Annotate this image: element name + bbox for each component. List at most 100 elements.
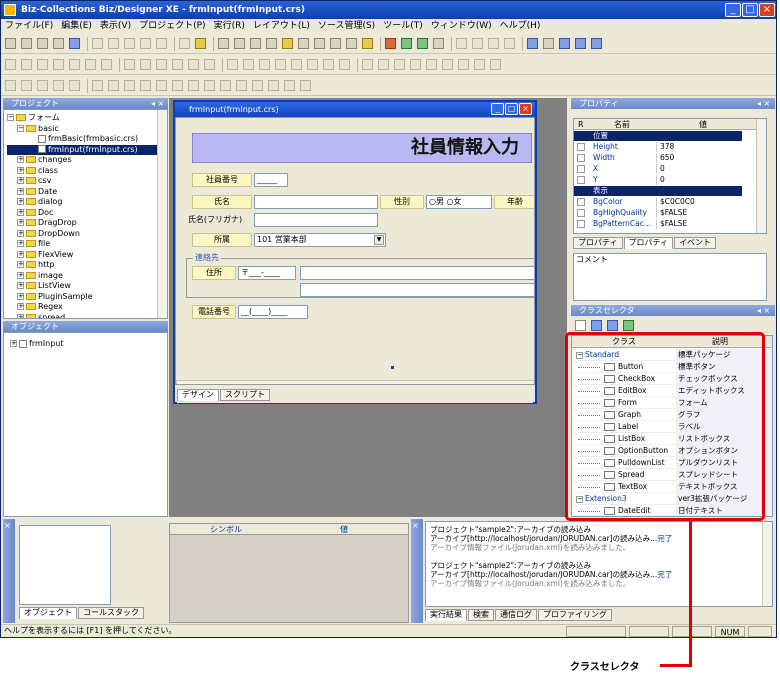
tab-design[interactable]: デザイン — [177, 389, 219, 401]
pin-icon[interactable]: ◂ × — [757, 98, 770, 109]
toolbar-button-icon[interactable] — [156, 59, 167, 70]
zip-field[interactable]: 〒___-____ — [238, 266, 296, 280]
selection-handle[interactable] — [391, 366, 394, 369]
toolbar-button-icon[interactable] — [108, 38, 119, 49]
expand-icon[interactable]: − — [17, 124, 24, 132]
toolbar-button-icon[interactable] — [53, 38, 64, 49]
toolbar-button-icon[interactable] — [323, 59, 334, 70]
property-checkbox[interactable] — [577, 209, 585, 217]
toolbar-button-icon[interactable] — [575, 38, 586, 49]
toolbar-button-icon[interactable] — [385, 38, 396, 49]
toolbar-button-icon[interactable] — [458, 59, 469, 70]
toolbar-button-icon[interactable] — [188, 80, 199, 91]
close-icon[interactable]: × — [412, 521, 419, 530]
menu-item[interactable]: 表示(V) — [96, 21, 135, 31]
toolbar-button-icon[interactable] — [156, 38, 167, 49]
toolbar-button-icon[interactable] — [504, 38, 515, 49]
name-field[interactable] — [254, 195, 378, 209]
toolbar-button-icon[interactable] — [252, 80, 263, 91]
minimize-button[interactable]: _ — [725, 3, 741, 17]
property-checkbox[interactable] — [577, 165, 585, 173]
form-minimize-button[interactable]: _ — [491, 103, 504, 115]
toolbar-button-icon[interactable] — [37, 38, 48, 49]
tree-node[interactable]: + DropDown — [7, 229, 157, 240]
property-value[interactable]: 0 — [658, 175, 742, 185]
property-value[interactable]: $FALSE — [658, 208, 742, 218]
tab-property-2[interactable]: イベント — [674, 237, 717, 249]
expand-icon[interactable]: + — [17, 271, 24, 279]
tab-output-0[interactable]: 実行結果 — [425, 609, 467, 621]
toolbar-button-icon[interactable] — [330, 38, 341, 49]
toolbar-button-icon[interactable] — [92, 38, 103, 49]
property-row[interactable]: Height 378 — [574, 142, 742, 152]
tree-node[interactable]: + Regex — [7, 302, 157, 313]
property-row[interactable]: Width 650 — [574, 153, 742, 163]
toolbar-button-icon[interactable] — [53, 59, 64, 70]
expand-icon[interactable]: + — [17, 177, 24, 184]
menu-item[interactable]: ソース管理(S) — [314, 21, 379, 31]
expand-icon[interactable]: + — [17, 313, 24, 318]
expand-icon[interactable]: + — [17, 250, 24, 258]
toolbar-button-icon[interactable] — [527, 38, 538, 49]
toolbar-button-icon[interactable] — [5, 38, 16, 49]
toolbar-button-icon[interactable] — [591, 38, 602, 49]
property-value[interactable]: $FALSE — [658, 219, 742, 229]
menu-item[interactable]: レイアウト(L) — [249, 21, 314, 31]
pin-icon[interactable]: ◂ × — [151, 98, 164, 109]
chevron-down-icon[interactable]: ▼ — [374, 235, 384, 245]
toolbar-button-icon[interactable] — [442, 59, 453, 70]
toolbar-button-icon[interactable] — [346, 38, 357, 49]
toolbar-button-icon[interactable] — [307, 59, 318, 70]
expand-icon[interactable]: + — [17, 292, 24, 300]
toolbar-button-icon[interactable] — [21, 59, 32, 70]
toolbar-button-icon[interactable] — [234, 38, 245, 49]
expand-icon[interactable]: + — [17, 198, 24, 205]
property-checkbox[interactable] — [577, 220, 585, 228]
expand-icon[interactable]: + — [17, 156, 24, 163]
toolbar-button-icon[interactable] — [227, 59, 238, 70]
tree-node[interactable]: frmBasic(frmbasic.crs) — [7, 134, 157, 145]
property-checkbox[interactable] — [577, 154, 585, 162]
toolbar-button-icon[interactable] — [314, 38, 325, 49]
property-checkbox[interactable] — [577, 198, 585, 206]
tree-node[interactable]: + Doc — [7, 208, 157, 219]
emp-no-field[interactable]: _____ — [254, 173, 288, 187]
toolbar-button-icon[interactable] — [426, 59, 437, 70]
toolbar-button-icon[interactable] — [456, 38, 467, 49]
dept-dropdown[interactable]: 101 営業本部 ▼ — [254, 233, 386, 247]
toolbar-button-icon[interactable] — [218, 38, 229, 49]
toolbar-button-icon[interactable] — [21, 38, 32, 49]
menu-item[interactable]: プロジェクト(P) — [135, 21, 209, 31]
form-canvas[interactable]: 社員情報入力 社員番号 _____ 氏名 性別 ○男 ○女 年齢 氏名(フリガナ… — [175, 117, 535, 385]
toolbar-button-icon[interactable] — [433, 38, 444, 49]
property-value[interactable]: 0 — [658, 164, 742, 174]
expand-icon[interactable]: + — [17, 240, 24, 247]
toolbar-button-icon[interactable] — [204, 80, 215, 91]
property-row[interactable]: BgPatternCac... $FALSE — [574, 219, 742, 229]
menu-item[interactable]: ヘルプ(H) — [496, 21, 545, 31]
toolbar-button-icon[interactable] — [275, 59, 286, 70]
tree-node[interactable]: + Date — [7, 187, 157, 198]
kana-field[interactable] — [254, 213, 378, 227]
list-icon[interactable] — [607, 320, 618, 331]
toolbar-button-icon[interactable] — [474, 59, 485, 70]
form-hscrollbar[interactable] — [176, 380, 534, 384]
pin-icon[interactable]: ◂ × — [757, 305, 770, 316]
maximize-button[interactable]: □ — [742, 3, 758, 17]
address-field-1[interactable] — [300, 266, 534, 280]
toolbar-button-icon[interactable] — [124, 59, 135, 70]
object-tree-item[interactable]: + frmInput — [10, 339, 63, 348]
tree-node[interactable]: frmInput(frmInput.crs) — [7, 144, 157, 155]
expand-icon[interactable]: + — [17, 187, 24, 195]
toolbar-button-icon[interactable] — [195, 38, 206, 49]
toolbar-button-icon[interactable] — [401, 38, 412, 49]
phone-field[interactable]: __(____)____ — [238, 305, 308, 319]
menu-item[interactable]: ツール(T) — [379, 21, 427, 31]
tree-node[interactable]: + changes — [7, 155, 157, 166]
tree-node[interactable]: + ListView — [7, 281, 157, 292]
menu-item[interactable]: 実行(R) — [210, 21, 249, 31]
toolbar-button-icon[interactable] — [394, 59, 405, 70]
toolbar-button-icon[interactable] — [172, 80, 183, 91]
toolbar-button-icon[interactable] — [300, 80, 311, 91]
toolbar-button-icon[interactable] — [5, 59, 16, 70]
